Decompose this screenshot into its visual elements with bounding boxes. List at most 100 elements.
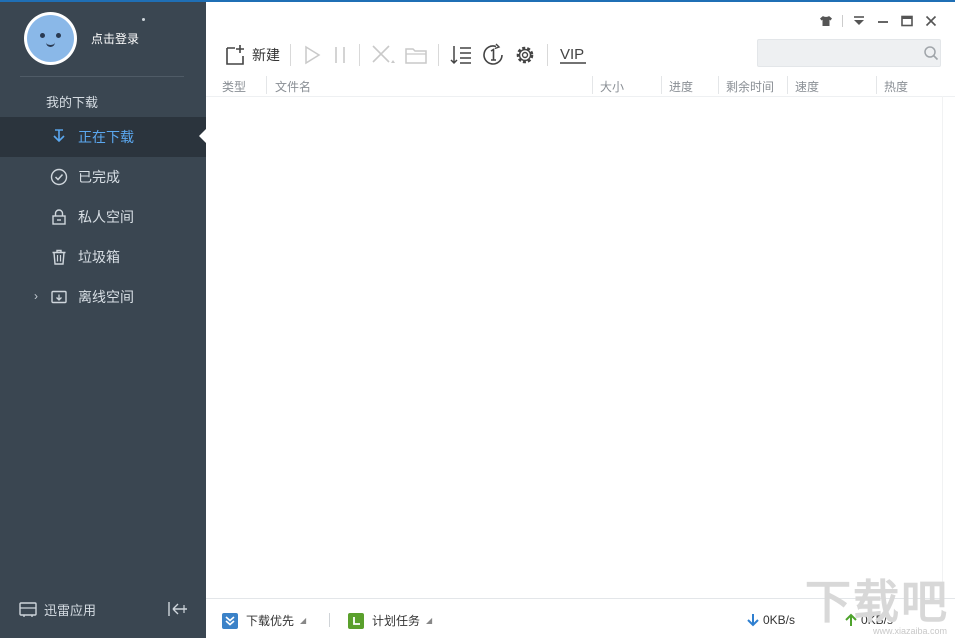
single-task-button[interactable] bbox=[477, 41, 509, 69]
header-divider bbox=[206, 96, 955, 97]
chevron-right-icon[interactable]: › bbox=[34, 289, 38, 303]
statusbar-separator bbox=[329, 613, 330, 627]
new-task-button[interactable]: 新建 bbox=[220, 41, 284, 69]
main-panel: 新建 VIP 类型 文件名 大小 进度 剩余时间 速度 热度 下载优先 ◢ 计划… bbox=[206, 0, 955, 638]
minimize-icon bbox=[878, 21, 888, 23]
column-header-remaining-time[interactable]: 剩余时间 bbox=[726, 78, 774, 95]
pause-button[interactable] bbox=[327, 41, 353, 69]
column-header-size[interactable]: 大小 bbox=[600, 78, 624, 95]
sort-list-icon bbox=[450, 46, 471, 65]
download-speed: 0KB/s bbox=[746, 613, 795, 627]
menu-button[interactable] bbox=[847, 12, 871, 30]
gear-icon bbox=[516, 46, 534, 64]
cloud-folder-icon bbox=[48, 286, 70, 308]
watermark-url: www.xiazaiba.com bbox=[872, 626, 947, 636]
notification-dot bbox=[142, 18, 145, 21]
title-accent-line bbox=[206, 0, 955, 2]
sidebar-top-accent bbox=[0, 0, 206, 2]
sidebar: 点击登录 我的下载 正在下载 已完成 私人空间 垃圾箱 › 离线空间 迅雷应用 bbox=[0, 0, 206, 638]
column-header-type[interactable]: 类型 bbox=[222, 78, 246, 95]
download-arrow-icon bbox=[747, 614, 759, 627]
avatar-face-icon bbox=[27, 15, 74, 62]
column-separator bbox=[787, 76, 788, 94]
sidebar-footer: 迅雷应用 bbox=[0, 596, 206, 626]
sidebar-item-trash[interactable]: 垃圾箱 bbox=[0, 237, 206, 277]
close-button[interactable] bbox=[919, 12, 943, 30]
sidebar-item-label: 垃圾箱 bbox=[78, 249, 120, 265]
check-circle-icon bbox=[48, 166, 70, 188]
avatar[interactable] bbox=[24, 12, 77, 65]
settings-button[interactable] bbox=[509, 41, 541, 69]
sidebar-item-offline-space[interactable]: › 离线空间 bbox=[0, 277, 206, 317]
start-button[interactable] bbox=[297, 41, 327, 69]
column-separator bbox=[592, 76, 593, 94]
scheduled-task-label: 计划任务 bbox=[372, 614, 421, 628]
list-right-border bbox=[942, 96, 943, 596]
control-separator bbox=[842, 15, 843, 27]
priority-chevron-icon bbox=[222, 612, 238, 629]
download-priority-button[interactable]: 下载优先 ◢ bbox=[222, 612, 306, 629]
column-header-progress[interactable]: 进度 bbox=[669, 78, 693, 95]
sidebar-item-downloading[interactable]: 正在下载 bbox=[0, 117, 206, 157]
vip-button[interactable]: VIP bbox=[554, 41, 592, 69]
download-speed-value: 0KB/s bbox=[763, 613, 796, 627]
window-controls bbox=[814, 12, 943, 30]
number-one-circle-icon bbox=[483, 43, 503, 65]
collapse-sidebar-button[interactable] bbox=[166, 599, 190, 622]
maximize-icon bbox=[901, 15, 913, 27]
svg-text:VIP: VIP bbox=[560, 46, 584, 63]
search-input[interactable] bbox=[758, 40, 921, 66]
trash-icon bbox=[48, 246, 70, 268]
column-separator bbox=[718, 76, 719, 94]
search-box bbox=[757, 39, 941, 67]
column-header-popularity[interactable]: 热度 bbox=[884, 78, 908, 95]
minimize-button[interactable] bbox=[871, 12, 895, 30]
new-task-label: 新建 bbox=[252, 47, 280, 63]
column-header-speed[interactable]: 速度 bbox=[795, 78, 819, 95]
new-file-icon bbox=[226, 45, 244, 65]
pause-icon bbox=[335, 47, 345, 63]
table-header: 类型 文件名 大小 进度 剩余时间 速度 热度 bbox=[206, 76, 955, 96]
column-separator bbox=[661, 76, 662, 94]
sidebar-item-private-space[interactable]: 私人空间 bbox=[0, 197, 206, 237]
vip-icon: VIP bbox=[560, 46, 586, 64]
dropdown-triangle-icon: ◢ bbox=[426, 616, 433, 625]
download-priority-label: 下载优先 bbox=[246, 614, 295, 628]
apps-button[interactable]: 迅雷应用 bbox=[18, 600, 96, 619]
skin-button[interactable] bbox=[814, 12, 838, 30]
dropdown-triangle-icon: ◢ bbox=[300, 616, 307, 625]
open-folder-button[interactable] bbox=[400, 41, 432, 69]
maximize-button[interactable] bbox=[895, 12, 919, 30]
toolbar-separator bbox=[359, 44, 360, 66]
sidebar-item-label: 已完成 bbox=[78, 169, 120, 185]
play-icon bbox=[305, 45, 321, 65]
watermark: 下载吧 bbox=[805, 576, 949, 628]
sort-button[interactable] bbox=[445, 41, 477, 69]
sidebar-item-label: 离线空间 bbox=[78, 289, 134, 305]
search-icon[interactable] bbox=[921, 45, 940, 61]
sidebar-item-label: 私人空间 bbox=[78, 209, 134, 225]
schedule-icon bbox=[348, 612, 364, 629]
column-separator bbox=[266, 76, 267, 94]
sidebar-divider bbox=[20, 76, 184, 77]
column-separator bbox=[876, 76, 877, 94]
apps-icon bbox=[19, 601, 37, 617]
toolbar-separator bbox=[438, 44, 439, 66]
toolbar: 新建 VIP bbox=[220, 40, 592, 70]
scheduled-task-button[interactable]: 计划任务 ◢ bbox=[348, 612, 432, 629]
toolbar-separator bbox=[547, 44, 548, 66]
active-indicator bbox=[199, 129, 206, 143]
toolbar-separator bbox=[290, 44, 291, 66]
sidebar-item-completed[interactable]: 已完成 bbox=[0, 157, 206, 197]
delete-x-icon bbox=[372, 45, 395, 63]
folder-icon bbox=[405, 48, 427, 64]
delete-button[interactable] bbox=[366, 41, 400, 69]
sidebar-group-title: 我的下载 bbox=[46, 95, 99, 110]
collapse-left-icon bbox=[168, 602, 187, 616]
column-header-filename[interactable]: 文件名 bbox=[275, 78, 311, 95]
lock-icon bbox=[48, 206, 70, 228]
login-link[interactable]: 点击登录 bbox=[91, 30, 139, 47]
menu-dropdown-icon bbox=[854, 16, 864, 25]
download-arrow-icon bbox=[48, 126, 70, 148]
apps-label: 迅雷应用 bbox=[44, 603, 97, 618]
